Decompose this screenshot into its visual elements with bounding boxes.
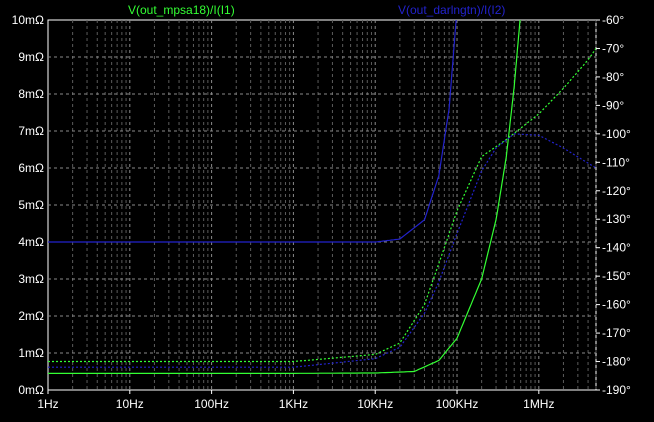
y-right-tick-label: -170° <box>602 326 631 340</box>
series-line-2 <box>48 20 457 243</box>
x-tick-label: 100Hz <box>194 397 229 411</box>
y-right-tick-label: -100° <box>602 127 631 141</box>
series-line-0 <box>48 20 521 374</box>
y-left-tick-label: 0mΩ <box>18 383 44 397</box>
y-left-tick-label: 9mΩ <box>18 50 44 64</box>
x-tick-label: 1Hz <box>37 397 58 411</box>
bode-plot: 0mΩ 1mΩ 2mΩ 3mΩ 4mΩ 5mΩ 6mΩ 7mΩ 8mΩ 9mΩ 10mΩ -60° -7… <box>12 3 631 411</box>
legend-mpsa18[interactable]: V(out_mpsa18)/I(I1) <box>128 3 235 17</box>
y-right-tick-label: -150° <box>602 269 631 283</box>
x-tick-label: 10Hz <box>116 397 144 411</box>
x-tick-label: 1MHz <box>523 397 554 411</box>
y-right-tick-label: -130° <box>602 212 631 226</box>
y-right-tick-label: -60° <box>602 13 624 27</box>
y-right-tick-label: -120° <box>602 184 631 198</box>
y-left-tick-label: 1mΩ <box>18 346 44 360</box>
y-left-tick-label: 3mΩ <box>18 272 44 286</box>
y-right-tick-label: -110° <box>602 155 630 169</box>
tick-labels: 0mΩ 1mΩ 2mΩ 3mΩ 4mΩ 5mΩ 6mΩ 7mΩ 8mΩ 9mΩ 10mΩ -60° -7… <box>12 13 631 411</box>
y-right-tick-label: -180° <box>602 355 631 369</box>
y-left-tick-label: 6mΩ <box>18 161 44 175</box>
grid <box>48 20 597 390</box>
y-left-tick-label: 10mΩ <box>12 13 44 27</box>
x-tick-label: 100KHz <box>436 397 479 411</box>
y-right-tick-label: -160° <box>602 298 631 312</box>
y-left-tick-label: 4mΩ <box>18 235 44 249</box>
legend-darlngtn[interactable]: V(out_darlngtn)/I(I2) <box>398 3 505 17</box>
y-right-tick-label: -70° <box>602 41 624 55</box>
y-left-tick-label: 7mΩ <box>18 124 44 138</box>
y-left-tick-label: 2mΩ <box>18 309 44 323</box>
y-right-tick-label: -90° <box>602 98 624 112</box>
y-left-tick-label: 8mΩ <box>18 87 44 101</box>
y-right-tick-label: -190° <box>602 383 631 397</box>
y-right-tick-label: -80° <box>602 70 624 84</box>
x-tick-label: 10KHz <box>357 397 393 411</box>
x-tick-label: 1KHz <box>279 397 308 411</box>
y-left-tick-label: 5mΩ <box>18 198 44 212</box>
y-right-tick-label: -140° <box>602 241 631 255</box>
